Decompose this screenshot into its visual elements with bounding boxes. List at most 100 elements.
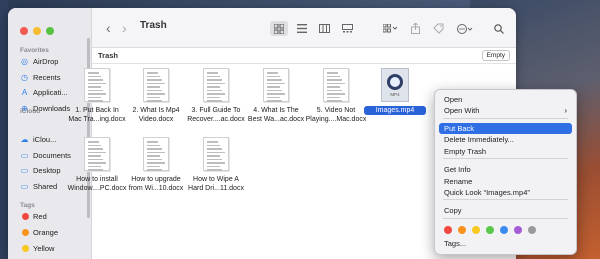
menu-item-open-with[interactable]: Open With › — [439, 105, 572, 116]
tag-color-dot[interactable] — [500, 226, 508, 234]
file-name: How to install Window....PC.docx — [66, 175, 128, 193]
file-name-line2: Best Wa...ac.docx — [247, 116, 305, 123]
back-button[interactable]: ‹ — [106, 20, 111, 36]
window-controls — [20, 27, 54, 35]
icon-view-button[interactable] — [270, 21, 288, 36]
file-name-line1: How to upgrade — [131, 176, 181, 183]
applications-icon: A — [21, 88, 28, 97]
file-item[interactable]: How to install Window....PC.docx — [66, 137, 128, 193]
file-name-line2: from Wi...10.docx — [128, 185, 184, 192]
menu-item-copy[interactable]: Copy — [439, 205, 572, 216]
menu-item-rename[interactable]: Rename — [439, 176, 572, 187]
tag-color-dot[interactable] — [444, 226, 452, 234]
file-name-line1: 5. Video Not — [316, 107, 356, 114]
list-view-button[interactable] — [293, 21, 311, 36]
tag-icon — [432, 23, 443, 34]
share-button[interactable] — [406, 21, 424, 36]
file-name-line1: 4. What Is The — [253, 107, 299, 114]
sidebar-item-label: AirDrop — [33, 57, 59, 66]
file-item[interactable]: 3. Full Guide To Recover....ac.docx — [185, 68, 247, 124]
search-icon — [494, 23, 504, 34]
file-name-line1: How to Wipe A — [193, 176, 239, 183]
file-item[interactable]: 5. Video Not Playing....Mac.docx — [305, 68, 367, 124]
tag-color-dot[interactable] — [472, 226, 480, 234]
file-item[interactable]: How to Wipe A Hard Dri...11.docx — [185, 137, 247, 193]
chevron-left-icon: ‹ — [106, 20, 111, 36]
document-icon — [203, 137, 229, 171]
sidebar-tag-yellow[interactable]: Yellow — [18, 242, 88, 255]
document-icon — [143, 68, 169, 102]
share-icon — [410, 23, 420, 34]
file-name: 2. What Is Mp4 Video.docx — [125, 106, 187, 124]
search-button[interactable] — [490, 21, 508, 36]
quicktime-icon — [387, 73, 403, 90]
menu-item-tags[interactable]: Tags... — [439, 238, 572, 249]
file-item[interactable]: MP4 Images.mp4 — [364, 68, 426, 115]
group-grid-icon — [383, 24, 397, 33]
tag-color-dot[interactable] — [486, 226, 494, 234]
chevron-right-icon: › — [564, 106, 567, 115]
favorites-header: Favorites — [20, 47, 49, 54]
sidebar-tag-label: Red — [33, 212, 47, 221]
gallery-icon — [341, 24, 353, 33]
tag-color-dot[interactable] — [528, 226, 536, 234]
file-name-line1: 2. What Is Mp4 — [132, 107, 180, 114]
menu-item-label: Rename — [444, 177, 473, 186]
file-name: 3. Full Guide To Recover....ac.docx — [185, 106, 247, 124]
file-item[interactable]: How to upgrade from Wi...10.docx — [125, 137, 187, 193]
tag-dot-icon — [22, 245, 29, 252]
menu-item-delete-immediately[interactable]: Delete Immediately... — [439, 134, 572, 145]
menu-item-label: Copy — [444, 206, 462, 215]
path-label: Trash — [98, 51, 119, 60]
cloud-icon: ☁ — [20, 135, 29, 144]
file-item[interactable]: 4. What Is The Best Wa...ac.docx — [245, 68, 307, 124]
tag-color-dot[interactable] — [514, 226, 522, 234]
tag-color-dot[interactable] — [458, 226, 466, 234]
menu-item-put-back[interactable]: Put Back — [439, 123, 572, 134]
sidebar-item-airdrop[interactable]: ◎ AirDrop — [18, 55, 88, 68]
path-bar: Trash Empty — [92, 48, 516, 64]
file-item[interactable]: 2. What Is Mp4 Video.docx — [125, 68, 187, 124]
file-name-line1: 3. Full Guide To — [191, 107, 241, 114]
tag-dot-icon — [22, 229, 29, 236]
file-name: Images.mp4 — [364, 106, 426, 115]
file-name-line2: Hard Dri...11.docx — [188, 185, 244, 192]
sidebar: Favorites ◎ AirDrop ◷ Recents A Applicati... ⊕… — [8, 8, 92, 259]
sidebar-tag-orange[interactable]: Orange — [18, 226, 88, 239]
close-button[interactable] — [20, 27, 28, 35]
menu-item-open[interactable]: Open — [439, 94, 572, 105]
menu-item-label: Put Back — [444, 124, 475, 133]
sidebar-tag-red[interactable]: Red — [18, 210, 88, 223]
chevron-right-icon: › — [122, 20, 127, 36]
file-name: 4. What Is The Best Wa...ac.docx — [245, 106, 307, 124]
file-name-line2: Mac Tra...ing.docx — [68, 116, 126, 123]
grid-icon — [274, 23, 284, 34]
document-icon: ▭ — [20, 150, 29, 160]
gallery-view-button[interactable] — [338, 21, 356, 36]
menu-item-label: Open — [444, 95, 463, 104]
sidebar-item-label: Desktop — [33, 166, 61, 175]
zoom-button[interactable] — [46, 27, 54, 35]
menu-item-empty-trash[interactable]: Empty Trash — [439, 146, 572, 157]
sidebar-item-label: Shared — [33, 181, 58, 191]
context-menu: Open Open With › Put Back Delete Immediately… — [434, 89, 577, 255]
group-by-button[interactable] — [379, 21, 401, 36]
document-icon — [84, 68, 110, 102]
tag-button[interactable] — [429, 21, 447, 36]
menu-item-quick-look-images-mp[interactable]: Quick Look “Images.mp4” — [439, 187, 572, 198]
minimize-button[interactable] — [33, 27, 41, 35]
document-icon — [263, 68, 289, 102]
menu-item-get-info[interactable]: Get Info — [439, 164, 572, 175]
file-name-line1: Images.mp4 — [364, 106, 426, 115]
file-item[interactable]: 1. Put Back In Mac Tra...ing.docx — [66, 68, 128, 124]
shared-folder-icon: ▭ — [20, 181, 29, 191]
empty-trash-button[interactable]: Empty — [481, 50, 510, 61]
video-file-icon: MP4 — [381, 68, 409, 102]
forward-button[interactable]: › — [122, 20, 127, 36]
file-name: How to upgrade from Wi...10.docx — [125, 175, 187, 193]
file-name-line1: How to install — [76, 176, 118, 183]
column-view-button[interactable] — [315, 21, 333, 36]
more-actions-button[interactable] — [454, 21, 476, 36]
sidebar-tag-label: Yellow — [33, 244, 55, 253]
list-icon — [297, 24, 307, 33]
